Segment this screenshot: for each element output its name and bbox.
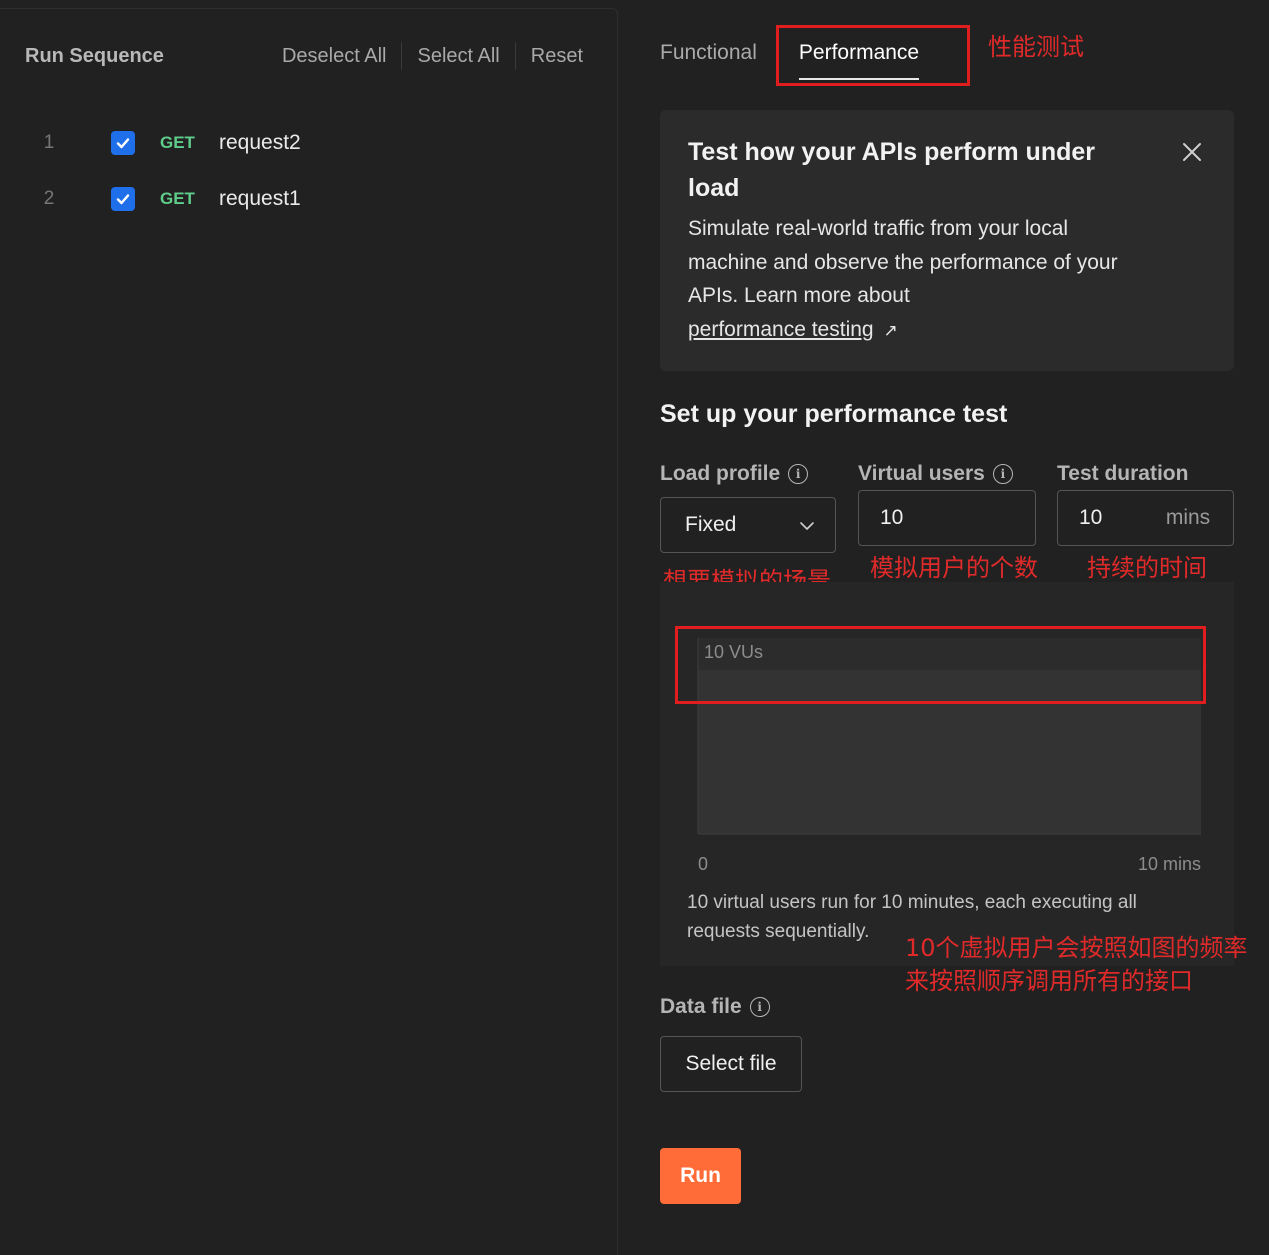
load-profile-label: Load profile i (660, 462, 809, 486)
request-name[interactable]: request1 (219, 187, 301, 211)
check-icon (116, 194, 130, 205)
info-icon[interactable]: i (749, 997, 770, 1017)
run-sequence-panel: Run Sequence Deselect All Select All Res… (0, 8, 618, 1255)
run-sequence-actions: Deselect All Select All Reset (267, 42, 595, 70)
test-duration-value: 10 (1079, 506, 1103, 529)
chart-x-tick-label: 0 (698, 854, 708, 874)
info-icon[interactable]: i (992, 464, 1013, 484)
test-duration-label-text: Test duration (1057, 462, 1189, 485)
info-card-text: Simulate real-world traffic from your lo… (688, 217, 1118, 307)
annotation-chart-line2: 来按照顺序调用所有的接口 (905, 967, 1193, 995)
info-card-body: Simulate real-world traffic from your lo… (688, 212, 1128, 347)
tab-functional[interactable]: Functional (660, 30, 757, 80)
chevron-down-icon (800, 522, 814, 530)
request-row[interactable]: 2 GET request1 (0, 179, 618, 219)
deselect-all-button[interactable]: Deselect All (267, 45, 402, 68)
load-profile-value: Fixed (685, 513, 737, 536)
virtual-users-label: Virtual users i (858, 462, 1013, 486)
run-button[interactable]: Run (660, 1148, 741, 1204)
setup-title: Set up your performance test (660, 400, 1008, 428)
select-file-button[interactable]: Select file (660, 1036, 802, 1092)
virtual-users-label-text: Virtual users (858, 462, 985, 485)
close-icon[interactable] (1180, 140, 1204, 164)
annotation-chart-line1: 10个虚拟用户会按照如图的频率 (905, 934, 1248, 962)
test-duration-label: Test duration (1057, 462, 1188, 486)
reset-button[interactable]: Reset (516, 45, 595, 68)
request-checkbox[interactable] (111, 187, 135, 211)
request-row[interactable]: 1 GET request2 (0, 123, 618, 163)
select-all-button[interactable]: Select All (402, 45, 514, 68)
request-name[interactable]: request2 (219, 131, 301, 155)
data-file-label: Data file i (660, 995, 770, 1019)
performance-testing-link[interactable]: performance testing (688, 318, 874, 341)
check-icon (116, 138, 130, 149)
annotation-virtual-users: 模拟用户的个数 (870, 554, 1038, 582)
annotation-performance: 性能测试 (988, 33, 1084, 61)
request-checkbox[interactable] (111, 131, 135, 155)
run-sequence-header: Run Sequence Deselect All Select All Res… (25, 41, 595, 71)
chart-x-tick-label: 10 mins (1138, 854, 1201, 874)
load-profile-select[interactable]: Fixed (660, 497, 836, 553)
annotation-box-chart (675, 626, 1206, 704)
virtual-users-value: 10 (880, 506, 904, 529)
request-method: GET (160, 189, 195, 208)
load-profile-label-text: Load profile (660, 462, 781, 485)
test-duration-input[interactable]: 10 mins (1057, 490, 1234, 546)
virtual-users-input[interactable]: 10 (858, 490, 1036, 546)
annotation-duration: 持续的时间 (1087, 554, 1207, 582)
external-link-icon: ↗ (883, 320, 898, 340)
request-method: GET (160, 133, 195, 152)
annotation-box-performance (776, 25, 970, 86)
data-file-label-text: Data file (660, 995, 742, 1018)
request-index: 2 (43, 188, 55, 209)
performance-info-card: Test how your APIs perform under load Si… (660, 110, 1234, 371)
info-icon[interactable]: i (788, 464, 809, 484)
request-index: 1 (43, 132, 55, 153)
run-sequence-title: Run Sequence (25, 44, 164, 67)
test-duration-unit: mins (1165, 506, 1211, 529)
info-card-title: Test how your APIs perform under load (688, 138, 1095, 202)
